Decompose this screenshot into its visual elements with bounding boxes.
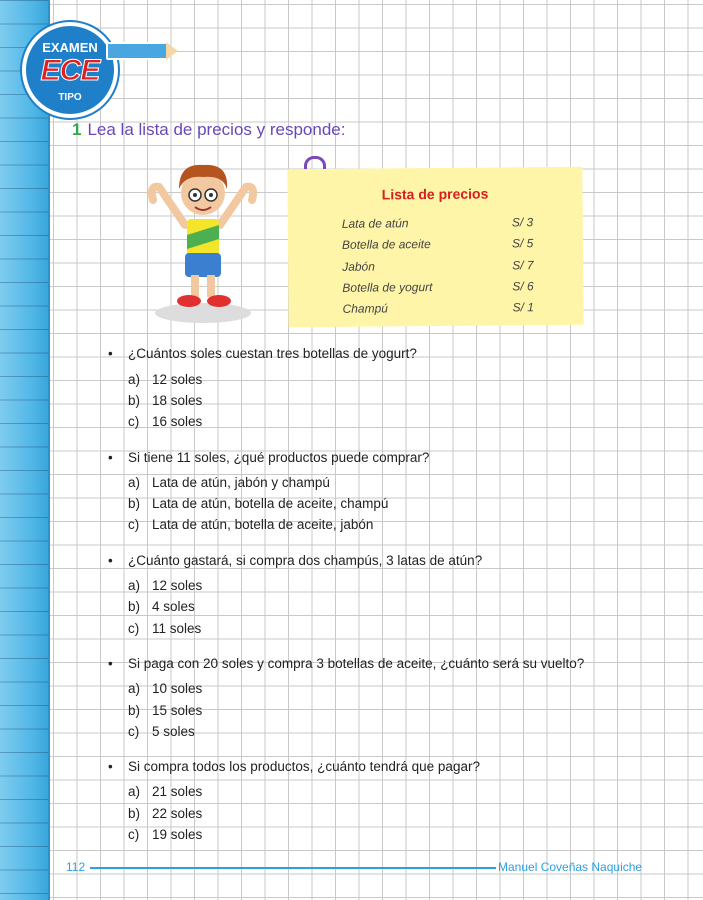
- option-letter: a): [128, 372, 141, 387]
- option-letter: c): [128, 414, 140, 429]
- question-text: ¿Cuántos soles cuestan tres botellas de …: [128, 346, 417, 361]
- price-row: Champú S/ 1: [342, 300, 552, 316]
- boy-illustration: [147, 164, 258, 323]
- price-list-title: Lista de precios: [381, 185, 489, 203]
- option-text: Lata de atún, botella de aceite, champú: [152, 496, 389, 511]
- page-number: 112: [66, 860, 86, 874]
- option-text: 18 soles: [152, 393, 203, 408]
- question-text: Si paga con 20 soles y compra 3 botellas…: [128, 656, 585, 671]
- option-letter: c): [128, 621, 140, 636]
- price-list-note: Lista de precios Lata de atún S/ 3 Botell…: [287, 166, 584, 328]
- option-a[interactable]: a) 10 soles: [128, 681, 202, 696]
- option-text: 10 soles: [152, 681, 203, 696]
- product-price: S/ 7: [512, 258, 534, 273]
- product-price: S/ 3: [511, 215, 534, 230]
- option-b[interactable]: b) 15 soles: [128, 703, 202, 718]
- option-text: 12 soles: [152, 578, 203, 593]
- option-c[interactable]: c) Lata de atún, botella de aceite, jabón: [128, 517, 373, 532]
- price-row: Botella de aceite S/ 5: [342, 236, 552, 252]
- option-text: Lata de atún, botella de aceite, jabón: [152, 517, 374, 532]
- badge-bottom-text: TIPO: [58, 92, 82, 103]
- footer-divider: [90, 867, 496, 869]
- option-letter: a): [128, 578, 141, 593]
- option-letter: c): [128, 517, 140, 532]
- option-c[interactable]: c) 19 soles: [128, 827, 202, 842]
- product-name: Champú: [342, 301, 388, 316]
- option-c[interactable]: c) 11 soles: [128, 621, 201, 636]
- exercise-instruction: Lea la lista de precios y responde:: [87, 120, 346, 139]
- option-letter: b): [128, 806, 141, 821]
- question-text: ¿Cuánto gastará, si compra dos champús, …: [128, 553, 483, 568]
- option-a[interactable]: a) 12 soles: [128, 372, 202, 387]
- option-text: 16 soles: [152, 414, 203, 429]
- option-letter: a): [128, 681, 141, 696]
- exercise-number: 1: [72, 120, 82, 139]
- product-price: S/ 1: [512, 300, 534, 315]
- price-row: Botella de yogurt S/ 6: [342, 279, 552, 295]
- option-c[interactable]: c) 16 soles: [128, 414, 202, 429]
- price-row: Lata de atún S/ 3: [342, 215, 552, 231]
- bullet: •: [108, 656, 113, 671]
- product-name: Botella de yogurt: [342, 280, 433, 295]
- option-b[interactable]: b) 18 soles: [128, 393, 202, 408]
- question-text: Si tiene 11 soles, ¿qué productos puede …: [128, 450, 430, 465]
- option-letter: b): [128, 599, 141, 614]
- bullet: •: [108, 346, 113, 361]
- option-text: Lata de atún, jabón y champú: [152, 475, 330, 490]
- option-b[interactable]: b) Lata de atún, botella de aceite, champ…: [128, 496, 388, 511]
- exercise-instruction-row: 1 Lea la lista de precios y responde:: [72, 120, 345, 140]
- bullet: •: [108, 450, 113, 465]
- option-a[interactable]: a) 21 soles: [128, 784, 202, 799]
- option-a[interactable]: a) Lata de atún, jabón y champú: [128, 475, 330, 490]
- option-text: 15 soles: [152, 703, 203, 718]
- bullet: •: [108, 759, 113, 774]
- option-text: 21 soles: [152, 784, 203, 799]
- product-name: Botella de aceite: [341, 237, 431, 252]
- pencil-tip-icon: [166, 42, 178, 60]
- option-c[interactable]: c) 5 soles: [128, 724, 195, 739]
- footer-author: Manuel Coveñas Naquiche: [498, 860, 643, 874]
- question-text: Si compra todos los productos, ¿cuánto t…: [128, 759, 480, 774]
- product-price: S/ 5: [511, 236, 534, 251]
- ece-badge: EXAMEN ECE TIPO: [22, 22, 118, 118]
- option-text: 5 soles: [152, 724, 195, 739]
- price-row: Jabón S/ 7: [342, 258, 552, 274]
- option-text: 4 soles: [152, 599, 195, 614]
- pencil-icon: [106, 42, 170, 60]
- option-letter: b): [128, 496, 141, 511]
- option-letter: b): [128, 703, 141, 718]
- option-a[interactable]: a) 12 soles: [128, 578, 202, 593]
- option-text: 22 soles: [152, 806, 203, 821]
- option-b[interactable]: b) 4 soles: [128, 599, 195, 614]
- option-text: 19 soles: [152, 827, 203, 842]
- option-letter: c): [128, 724, 140, 739]
- spine-lines: [0, 0, 48, 900]
- product-name: Jabón: [342, 259, 375, 274]
- option-text: 11 soles: [152, 621, 202, 636]
- badge-top-text: EXAMEN: [42, 40, 98, 55]
- option-letter: c): [128, 827, 140, 842]
- product-name: Lata de atún: [341, 216, 409, 231]
- option-text: 12 soles: [152, 372, 203, 387]
- badge-main-text: ECE: [40, 54, 101, 87]
- product-price: S/ 6: [512, 279, 534, 294]
- option-letter: a): [128, 784, 141, 799]
- option-b[interactable]: b) 22 soles: [128, 806, 202, 821]
- option-letter: a): [128, 475, 141, 490]
- option-letter: b): [128, 393, 141, 408]
- bullet: •: [108, 553, 113, 568]
